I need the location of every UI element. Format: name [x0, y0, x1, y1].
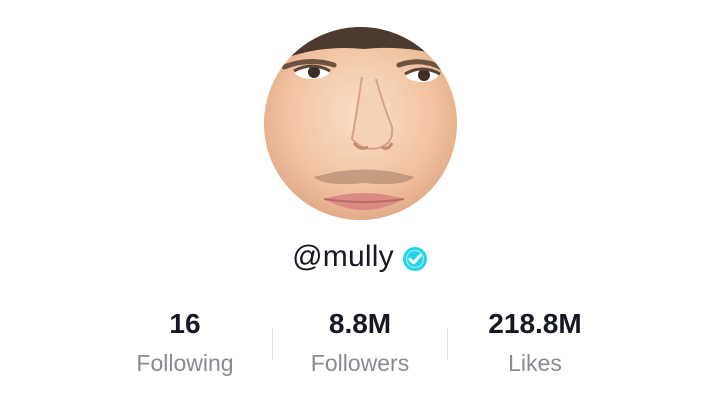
- likes-label: Likes: [508, 350, 562, 376]
- stat-following[interactable]: 16 Following: [105, 304, 265, 378]
- following-count: 16: [169, 308, 201, 339]
- verified-badge-icon: [402, 246, 427, 271]
- following-label: Following: [136, 350, 234, 376]
- stats-divider: [272, 328, 273, 360]
- likes-count: 218.8M: [488, 308, 582, 339]
- username[interactable]: @mully: [292, 240, 394, 274]
- stats-divider: [447, 328, 448, 360]
- avatar[interactable]: [264, 27, 457, 220]
- username-row: @mully: [0, 234, 720, 280]
- followers-label: Followers: [310, 350, 410, 376]
- stat-followers[interactable]: 8.8M Followers: [280, 304, 440, 378]
- profile-header: @mully 16 Following 8.8M Followers 218.8…: [0, 0, 720, 412]
- profile-stats: 16 Following 8.8M Followers 218.8M Likes: [0, 304, 720, 394]
- stat-likes[interactable]: 218.8M Likes: [455, 304, 615, 378]
- followers-count: 8.8M: [328, 308, 392, 339]
- avatar-face-image: [264, 27, 457, 220]
